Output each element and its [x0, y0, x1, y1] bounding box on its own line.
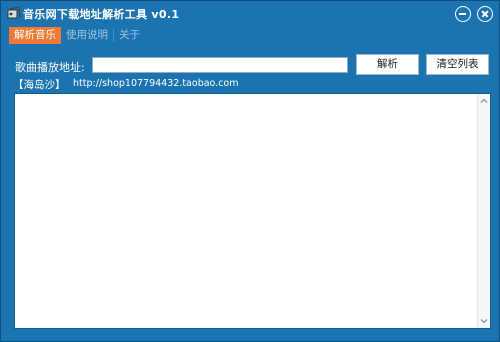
main-window: 音乐网下载地址解析工具 v0.1 解析音乐 使用说明 关于 歌曲播放地址: 解析… — [0, 0, 500, 342]
menu-bar: 解析音乐 使用说明 关于 — [9, 27, 145, 44]
minimize-icon[interactable] — [455, 6, 471, 22]
title-bar[interactable]: 音乐网下载地址解析工具 v0.1 — [1, 1, 499, 27]
author-tag: 【海岛沙】 — [13, 79, 66, 91]
parse-button[interactable]: 解析 — [356, 54, 419, 75]
vertical-scrollbar[interactable] — [477, 94, 490, 328]
url-input[interactable] — [92, 57, 348, 73]
tab-instructions[interactable]: 使用说明 — [61, 27, 113, 44]
tab-parse-music[interactable]: 解析音乐 — [9, 27, 61, 44]
window-title: 音乐网下载地址解析工具 v0.1 — [23, 8, 180, 21]
tab-about[interactable]: 关于 — [114, 27, 145, 44]
clear-list-button[interactable]: 清空列表 — [426, 54, 489, 75]
chevron-up-icon[interactable] — [479, 96, 489, 106]
close-icon[interactable] — [477, 6, 493, 22]
result-list[interactable] — [14, 93, 491, 329]
app-icon — [7, 7, 21, 19]
url-label: 歌曲播放地址: — [15, 61, 85, 74]
chevron-down-icon[interactable] — [479, 316, 489, 326]
shop-link[interactable]: http://shop107794432.taobao.com — [73, 78, 239, 89]
